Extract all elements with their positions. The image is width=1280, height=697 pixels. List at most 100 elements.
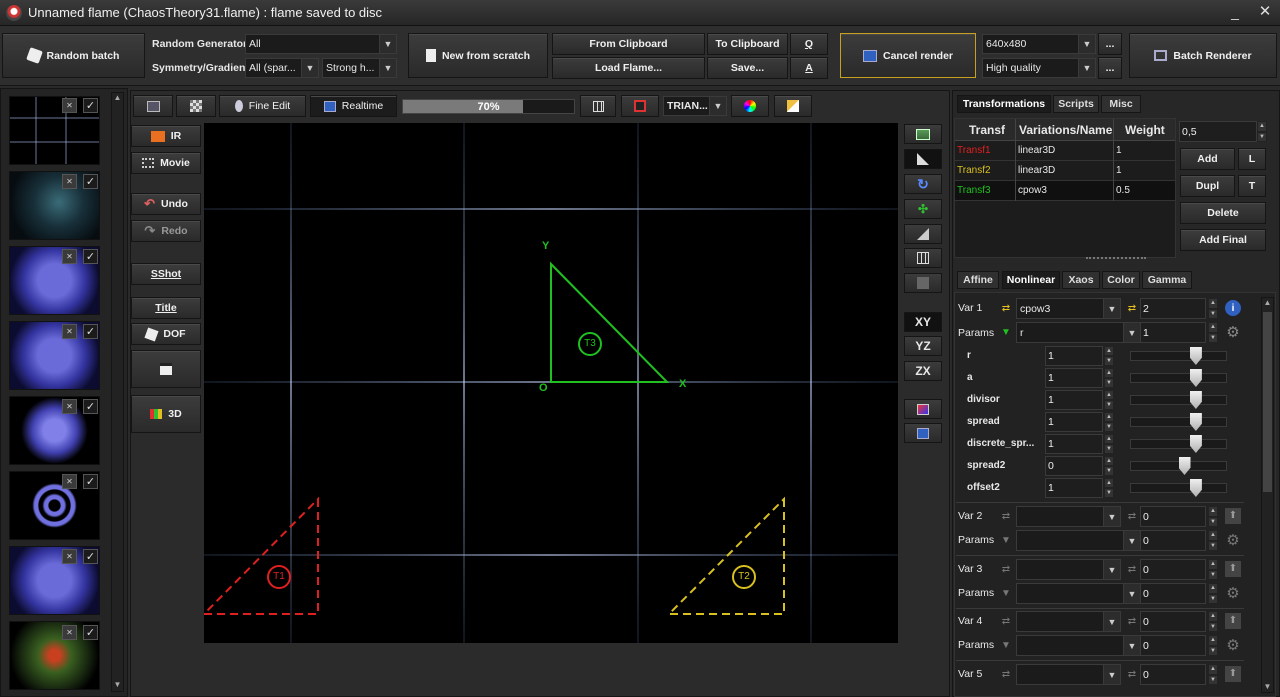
title-button[interactable]: Title <box>131 297 201 319</box>
tab-transformations[interactable]: Transformations <box>957 95 1051 113</box>
image-view-button[interactable] <box>133 95 173 117</box>
remove-thumbnail-icon[interactable]: ✕ <box>62 625 77 640</box>
add-transform-button[interactable]: Add <box>1180 148 1235 170</box>
var1-param-select[interactable]: r ▼ <box>1016 322 1141 343</box>
resolution-more-button[interactable]: ... <box>1098 33 1122 55</box>
video-button[interactable] <box>131 350 201 388</box>
param-slider[interactable] <box>1130 435 1227 453</box>
table-row[interactable]: Transf3 cpow3 0.5 <box>955 181 1175 201</box>
triangle-t2[interactable] <box>666 496 785 615</box>
grid-snap-button[interactable] <box>904 248 942 268</box>
weight-spinner[interactable]: ▲ ▼ <box>1257 121 1267 142</box>
gear-icon[interactable]: ⚙ <box>1224 585 1242 603</box>
remove-thumbnail-icon[interactable]: ✕ <box>62 249 77 264</box>
scale-button[interactable]: ✣ <box>904 199 942 219</box>
var1-swap-icon[interactable]: ⇄ <box>998 300 1014 316</box>
tab-gamma[interactable]: Gamma <box>1142 271 1192 289</box>
rotate-button[interactable]: ↻ <box>904 174 942 194</box>
param-input[interactable]: 1 <box>1045 390 1103 410</box>
add-final-button[interactable]: Add Final <box>1180 229 1266 251</box>
triangle-t3[interactable] <box>550 261 670 383</box>
new-from-scratch-button[interactable]: New from scratch <box>408 33 548 78</box>
flame-canvas[interactable]: Y X O T3 T1 T2 <box>204 123 898 643</box>
param-slider[interactable] <box>1130 479 1227 497</box>
param-slider[interactable] <box>1130 391 1227 409</box>
thumbnail-scrollbar[interactable] <box>111 92 124 692</box>
symmetry-select[interactable]: All (spar... ▼ <box>245 58 319 78</box>
var2-param-input[interactable]: 0 <box>1140 530 1206 551</box>
minimize-button[interactable]: _ <box>1225 2 1245 22</box>
param-input[interactable]: 1 <box>1045 412 1103 432</box>
var4-amount-spinner[interactable]: ▲ ▼ <box>1208 611 1218 632</box>
var3-select[interactable]: ▼ <box>1016 559 1121 580</box>
select-triangle-button[interactable] <box>904 149 942 169</box>
redo-button[interactable]: ↷ Redo <box>131 220 201 242</box>
var3-amount-swap-icon[interactable]: ⇄ <box>1124 561 1140 577</box>
realtime-button[interactable]: Realtime <box>310 95 397 117</box>
var5-amount-input[interactable]: 0 <box>1140 664 1206 685</box>
table-row[interactable]: Transf1 linear3D 1 <box>955 141 1175 161</box>
blank-button[interactable] <box>904 273 942 293</box>
param-spinner[interactable]: ▲ ▼ <box>1104 412 1114 432</box>
scroll-down-arrow[interactable]: ▼ <box>112 680 123 690</box>
param-spinner[interactable]: ▲ ▼ <box>1104 346 1114 366</box>
var2-select[interactable]: ▼ <box>1016 506 1121 527</box>
info-icon[interactable]: i <box>1225 300 1241 316</box>
transparency-button[interactable] <box>176 95 216 117</box>
frame-toggle-button[interactable] <box>621 95 659 117</box>
thumbnail-checkbox[interactable]: ✓ <box>83 399 98 414</box>
var5-swap-icon[interactable]: ⇄ <box>998 666 1014 682</box>
scrollbar-thumb[interactable] <box>1263 312 1272 492</box>
param-spinner[interactable]: ▲ ▼ <box>1104 368 1114 388</box>
params-expand-icon[interactable]: ▼ <box>998 532 1014 548</box>
render-preview-button[interactable] <box>904 423 942 443</box>
remove-thumbnail-icon[interactable]: ✕ <box>62 399 77 414</box>
param-input[interactable]: 1 <box>1045 368 1103 388</box>
var4-param-select[interactable]: ▼ <box>1016 635 1141 656</box>
resolution-select[interactable]: 640x480 ▼ <box>982 34 1096 54</box>
tab-scripts[interactable]: Scripts <box>1053 95 1099 113</box>
thumbnail-checkbox[interactable]: ✓ <box>83 474 98 489</box>
params-expand-icon[interactable]: ▼ <box>998 637 1014 653</box>
weight-input[interactable]: 0,5 <box>1179 121 1257 142</box>
var2-amount-swap-icon[interactable]: ⇄ <box>1124 508 1140 524</box>
param-input[interactable]: 1 <box>1045 346 1103 366</box>
var1-amount-spinner[interactable]: ▲ ▼ <box>1208 298 1218 319</box>
var2-amount-input[interactable]: 0 <box>1140 506 1206 527</box>
gradient-button[interactable] <box>774 95 812 117</box>
var3-param-select[interactable]: ▼ <box>1016 583 1141 604</box>
thumbnail-checkbox[interactable]: ✓ <box>83 625 98 640</box>
gear-icon[interactable]: ⚙ <box>1224 637 1242 655</box>
var2-amount-spinner[interactable]: ▲ ▼ <box>1208 506 1218 527</box>
var4-amount-input[interactable]: 0 <box>1140 611 1206 632</box>
t-button[interactable]: T <box>1238 175 1266 197</box>
undo-button[interactable]: ↶ Undo <box>131 193 201 215</box>
thumbnail-checkbox[interactable]: ✓ <box>83 324 98 339</box>
dof-button[interactable]: DOF <box>131 323 201 345</box>
move-up-icon[interactable]: ⬆ <box>1225 561 1241 577</box>
gear-icon[interactable]: ⚙ <box>1224 324 1242 342</box>
close-button[interactable]: ✕ <box>1255 2 1275 22</box>
param-slider[interactable] <box>1130 347 1227 365</box>
preview-image-button[interactable] <box>904 124 942 144</box>
var1-param-input[interactable]: 1 <box>1140 322 1206 343</box>
var5-select[interactable]: ▼ <box>1016 664 1121 685</box>
to-clipboard-button[interactable]: To Clipboard <box>707 33 788 55</box>
param-slider[interactable] <box>1130 413 1227 431</box>
move-up-icon[interactable]: ⬆ <box>1225 613 1241 629</box>
var4-param-spinner[interactable]: ▲ ▼ <box>1208 635 1218 656</box>
var3-amount-spinner[interactable]: ▲ ▼ <box>1208 559 1218 580</box>
var3-param-spinner[interactable]: ▲ ▼ <box>1208 583 1218 604</box>
cancel-render-button[interactable]: Cancel render <box>840 33 976 78</box>
param-spinner[interactable]: ▲ ▼ <box>1104 434 1114 454</box>
quality-select[interactable]: High quality ▼ <box>982 58 1096 78</box>
var3-swap-icon[interactable]: ⇄ <box>998 561 1014 577</box>
var3-amount-input[interactable]: 0 <box>1140 559 1206 580</box>
3d-button[interactable]: 3D <box>131 395 201 433</box>
scroll-up-arrow[interactable]: ▲ <box>112 93 123 103</box>
remove-thumbnail-icon[interactable]: ✕ <box>62 98 77 113</box>
delete-transform-button[interactable]: Delete <box>1180 202 1266 224</box>
move-up-icon[interactable]: ⬆ <box>1225 666 1241 682</box>
triangle-mode-select[interactable]: TRIAN... ▼ <box>663 96 727 116</box>
fine-edit-button[interactable]: Fine Edit <box>219 95 306 117</box>
